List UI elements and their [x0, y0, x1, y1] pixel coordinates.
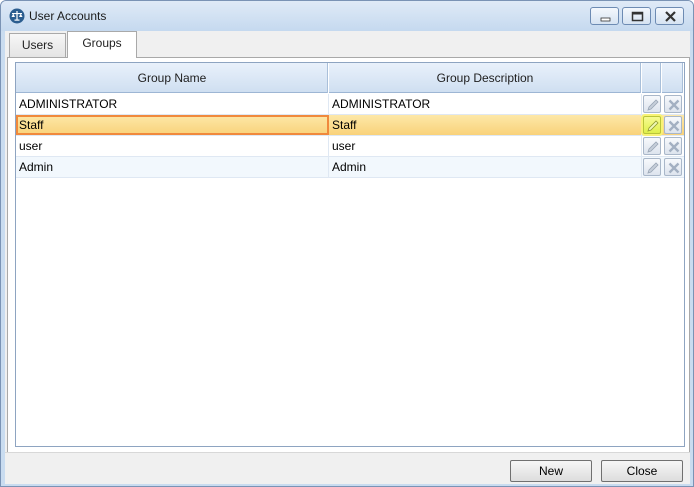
groups-tab-page: Group Name Group Description ADMINISTRAT… [7, 57, 690, 477]
maximize-icon [631, 11, 644, 22]
edit-row-button[interactable] [643, 116, 661, 134]
table-row[interactable]: ADMINISTRATOR ADMINISTRATOR [16, 94, 684, 115]
grid-header: Group Name Group Description [16, 63, 684, 93]
pencil-icon [647, 141, 659, 153]
delete-row-button[interactable] [664, 116, 682, 134]
pencil-icon [647, 162, 659, 174]
minimize-icon [600, 17, 611, 22]
scale-icon [9, 8, 25, 24]
table-row-selected[interactable]: Staff Staff [16, 115, 684, 136]
group-name-cell[interactable]: Staff [16, 115, 329, 135]
delete-row-button[interactable] [664, 158, 682, 176]
column-header-group-name[interactable]: Group Name [16, 63, 329, 93]
pencil-icon [647, 99, 659, 111]
column-header-delete [662, 63, 684, 93]
column-header-edit [642, 63, 662, 93]
close-icon [665, 11, 676, 22]
group-name-cell[interactable]: ADMINISTRATOR [16, 94, 329, 114]
tab-groups[interactable]: Groups [67, 31, 137, 58]
maximize-button[interactable] [622, 7, 651, 25]
window-title: User Accounts [29, 9, 107, 23]
table-row[interactable]: user user [16, 136, 684, 157]
dialog-footer: New Close [5, 452, 690, 484]
window-close-button[interactable] [655, 7, 684, 25]
group-name-cell[interactable]: user [16, 136, 329, 156]
delete-icon [668, 141, 680, 153]
group-description-cell[interactable]: ADMINISTRATOR [329, 94, 642, 114]
delete-icon [668, 120, 680, 132]
delete-row-button[interactable] [664, 95, 682, 113]
delete-icon [668, 99, 680, 111]
window-client-area: Users Groups Group Name Group Descriptio… [5, 31, 690, 484]
tab-strip: Users Groups [5, 31, 690, 58]
delete-icon [668, 162, 680, 174]
group-description-cell[interactable]: Staff [329, 115, 642, 135]
column-header-group-description[interactable]: Group Description [329, 63, 642, 93]
tab-users[interactable]: Users [9, 33, 66, 57]
delete-row-button[interactable] [664, 137, 682, 155]
group-description-cell[interactable]: user [329, 136, 642, 156]
edit-row-button[interactable] [643, 95, 661, 113]
edit-row-button[interactable] [643, 158, 661, 176]
minimize-button[interactable] [590, 7, 619, 25]
groups-grid: Group Name Group Description ADMINISTRAT… [15, 62, 685, 447]
group-name-cell[interactable]: Admin [16, 157, 329, 177]
new-button[interactable]: New [510, 460, 592, 482]
pencil-icon [647, 120, 659, 132]
close-button[interactable]: Close [601, 460, 683, 482]
title-bar[interactable]: User Accounts [1, 1, 693, 31]
group-description-cell[interactable]: Admin [329, 157, 642, 177]
user-accounts-window: User Accounts Users Groups Group Name Gr… [0, 0, 694, 487]
edit-row-button[interactable] [643, 137, 661, 155]
table-row[interactable]: Admin Admin [16, 157, 684, 178]
